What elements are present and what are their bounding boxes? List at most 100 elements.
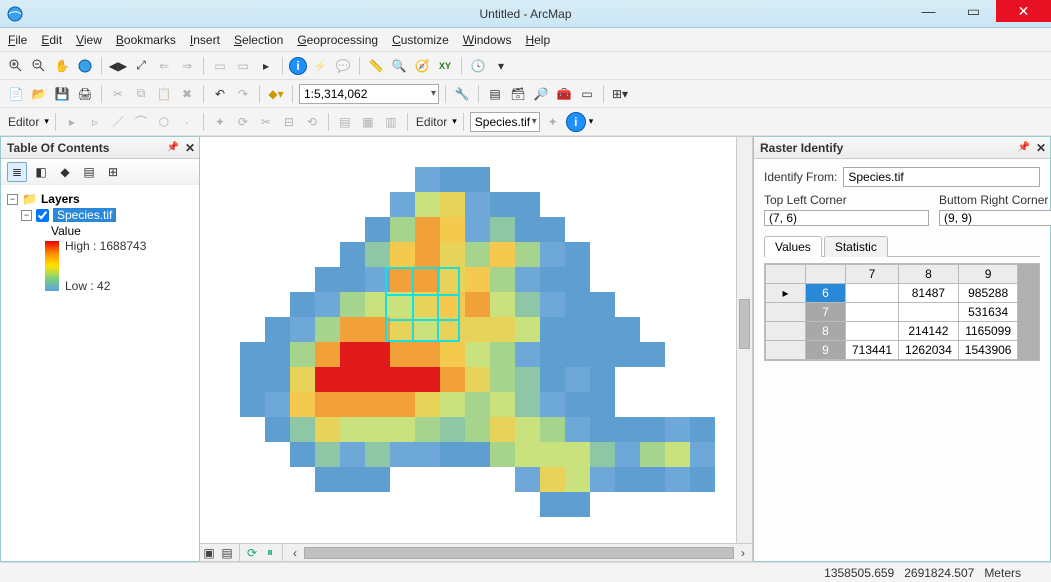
tree-toggle[interactable]: − <box>7 194 18 205</box>
layer-species[interactable]: Species.tif <box>53 208 116 222</box>
point-icon[interactable]: · <box>177 112 197 132</box>
delete-icon[interactable]: ✖ <box>177 84 197 104</box>
tab-values[interactable]: Values <box>764 236 822 257</box>
data-view-icon[interactable]: ▣ <box>200 545 218 561</box>
menu-customize[interactable]: Customize <box>392 33 449 47</box>
html-popup-icon[interactable]: 💬 <box>333 56 353 76</box>
create-viewer-icon[interactable]: ▾ <box>491 56 511 76</box>
back-icon[interactable]: ⇐ <box>154 56 174 76</box>
list-by-drawing-order-icon[interactable]: ≣ <box>7 162 27 182</box>
toc-icon[interactable]: ▤ <box>485 84 505 104</box>
catalog-icon[interactable]: 🗃 <box>508 84 528 104</box>
reshape-icon[interactable]: ⟳ <box>233 112 253 132</box>
scrollbar-horizontal[interactable] <box>304 545 734 561</box>
attributes-icon[interactable]: ▤ <box>335 112 355 132</box>
cut-polygons-icon[interactable]: ✂ <box>256 112 276 132</box>
menu-view[interactable]: View <box>76 33 102 47</box>
list-by-source-icon[interactable]: ◧ <box>31 162 51 182</box>
undo-icon[interactable]: ↶ <box>210 84 230 104</box>
tab-statistic[interactable]: Statistic <box>824 236 888 257</box>
menu-help[interactable]: Help <box>525 33 550 47</box>
fixed-zoom-in-icon[interactable]: ◀▶ <box>108 56 128 76</box>
arctoolbox-icon[interactable]: 🧰 <box>554 84 574 104</box>
menu-selection[interactable]: Selection <box>234 33 283 47</box>
new-icon[interactable]: 📄 <box>6 84 26 104</box>
list-by-visibility-icon[interactable]: ◆ <box>55 162 75 182</box>
menu-windows[interactable]: Windows <box>463 33 512 47</box>
python-icon[interactable]: ▭ <box>577 84 597 104</box>
zoom-in-icon[interactable] <box>6 56 26 76</box>
map-scale-dropdown[interactable]: 1:5,314,062▾ <box>299 84 439 104</box>
select-elements-icon[interactable]: ▸ <box>256 56 276 76</box>
select-features-icon[interactable]: ▭ <box>210 56 230 76</box>
save-icon[interactable]: 💾 <box>52 84 72 104</box>
minimize-button[interactable]: — <box>906 0 951 22</box>
search-icon[interactable]: 🔎 <box>531 84 551 104</box>
trace-icon[interactable]: ⬡ <box>154 112 174 132</box>
refresh-icon[interactable]: ⟳ <box>243 545 261 561</box>
paste-icon[interactable]: 📋 <box>154 84 174 104</box>
measure-icon[interactable]: 📏 <box>366 56 386 76</box>
redo-icon[interactable]: ↷ <box>233 84 253 104</box>
create-features-icon[interactable]: ▥ <box>381 112 401 132</box>
add-data-icon[interactable]: ◆▾ <box>266 84 286 104</box>
model-builder-icon[interactable]: ⊞▾ <box>610 84 630 104</box>
identify-from-input[interactable] <box>843 167 1040 187</box>
layout-view-icon[interactable]: ▤ <box>218 545 236 561</box>
standard-toolbar: 📄 📂 💾 🖨 ✂ ⧉ 📋 ✖ ↶ ↷ ◆▾ 1:5,314,062▾ 🔧 ▤ … <box>0 80 1051 108</box>
menu-file[interactable]: File <box>8 33 27 47</box>
tree-toggle[interactable]: − <box>21 210 32 221</box>
list-by-selection-icon[interactable]: ▤ <box>79 162 99 182</box>
clear-selection-icon[interactable]: ▭ <box>233 56 253 76</box>
identify-icon[interactable]: i <box>289 57 307 75</box>
edit-tool-icon[interactable]: ▸ <box>62 112 82 132</box>
cut-icon[interactable]: ✂ <box>108 84 128 104</box>
edit-vertices-icon[interactable]: ✦ <box>210 112 230 132</box>
maximize-button[interactable]: ▭ <box>951 0 996 22</box>
find-icon[interactable]: 🔍 <box>389 56 409 76</box>
pin-icon[interactable]: 📌 <box>167 142 179 153</box>
close-panel-icon[interactable]: ✕ <box>1036 141 1046 155</box>
layer-dropdown[interactable]: Species.tif▾ <box>470 112 540 132</box>
scrollbar-vertical[interactable] <box>736 137 752 543</box>
menu-insert[interactable]: Insert <box>190 33 220 47</box>
options-icon[interactable]: ⊞ <box>103 162 123 182</box>
time-slider-icon[interactable]: 🕓 <box>468 56 488 76</box>
layer-visibility-checkbox[interactable] <box>36 209 49 222</box>
full-extent-icon[interactable] <box>75 56 95 76</box>
fixed-zoom-out-icon[interactable]: ⤢ <box>131 56 151 76</box>
split-icon[interactable]: ⊟ <box>279 112 299 132</box>
copy-icon[interactable]: ⧉ <box>131 84 151 104</box>
layers-root[interactable]: Layers <box>41 192 80 206</box>
pin-icon[interactable]: 📌 <box>1018 142 1030 153</box>
hyperlink-icon[interactable]: ⚡ <box>310 56 330 76</box>
titlebar: Untitled - ArcMap — ▭ ✕ <box>0 0 1051 28</box>
edit-annotation-icon[interactable]: ▹ <box>85 112 105 132</box>
tl-input[interactable] <box>764 210 929 226</box>
menu-bookmarks[interactable]: Bookmarks <box>116 33 176 47</box>
close-panel-icon[interactable]: ✕ <box>185 141 195 155</box>
scroll-left-icon[interactable]: ‹ <box>286 545 304 561</box>
br-input[interactable] <box>939 210 1051 226</box>
map-view[interactable]: ▣ ▤ ⟳ ⏸ ‹ › <box>200 136 753 562</box>
open-icon[interactable]: 📂 <box>29 84 49 104</box>
rotate-icon[interactable]: ⟲ <box>302 112 322 132</box>
menu-edit[interactable]: Edit <box>41 33 62 47</box>
menu-geoprocessing[interactable]: Geoprocessing <box>297 33 378 47</box>
editor-toolbar-icon[interactable]: 🔧 <box>452 84 472 104</box>
zoom-out-icon[interactable] <box>29 56 49 76</box>
pan-icon[interactable]: ✋ <box>52 56 72 76</box>
pause-icon[interactable]: ⏸ <box>261 545 279 561</box>
sketch-properties-icon[interactable]: ▦ <box>358 112 378 132</box>
close-button[interactable]: ✕ <box>996 0 1051 22</box>
goto-xy-icon[interactable]: XY <box>435 56 455 76</box>
straight-segment-icon[interactable]: ／ <box>108 112 128 132</box>
identify-title: Raster Identify <box>760 141 843 155</box>
scroll-right-icon[interactable]: › <box>734 545 752 561</box>
arc-segment-icon[interactable]: ⌒ <box>131 112 151 132</box>
print-icon[interactable]: 🖨 <box>75 84 95 104</box>
find-route-icon[interactable]: 🧭 <box>412 56 432 76</box>
raster-identify-icon[interactable]: i <box>566 112 586 132</box>
forward-icon[interactable]: ⇒ <box>177 56 197 76</box>
tool-icon[interactable]: ✦ <box>543 112 563 132</box>
